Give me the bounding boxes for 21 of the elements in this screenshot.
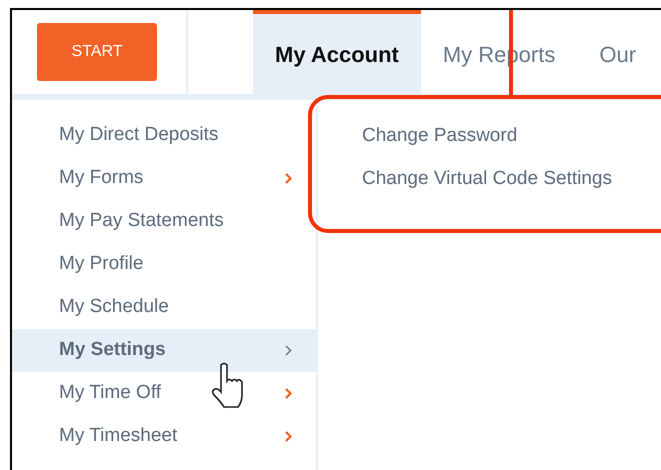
sidebar-item[interactable]: My Pay Statements (12, 200, 316, 243)
start-button[interactable]: START (37, 23, 157, 81)
sidebar-item[interactable]: My Profile (12, 243, 316, 286)
item-label: My Timesheet (59, 424, 178, 448)
submenu-link[interactable]: Change Virtual Code Settings (362, 157, 612, 200)
item-label: My Forms (59, 166, 144, 190)
item-label: My Pay Statements (59, 209, 224, 234)
sidebar-item[interactable]: My Direct Deposits (12, 114, 316, 157)
nav-tab[interactable]: Our (577, 10, 658, 94)
nav-tab[interactable]: My Account (253, 10, 421, 94)
sidebar-item[interactable]: My Schedule (12, 286, 316, 329)
item-label: My Settings (59, 338, 166, 362)
item-label: My Time Off (59, 381, 162, 406)
item-label: My Direct Deposits (59, 123, 218, 148)
sidebar-item[interactable]: My Timesheet (12, 415, 316, 458)
sidebar-item[interactable]: My Time Off (12, 372, 316, 415)
sidebar-item[interactable]: My Forms (12, 157, 316, 200)
item-label: My Profile (59, 252, 144, 276)
submenu-link[interactable]: Change Password (362, 114, 518, 157)
sidebar-item[interactable]: My Settings (12, 329, 316, 372)
item-label: My Schedule (59, 295, 169, 320)
